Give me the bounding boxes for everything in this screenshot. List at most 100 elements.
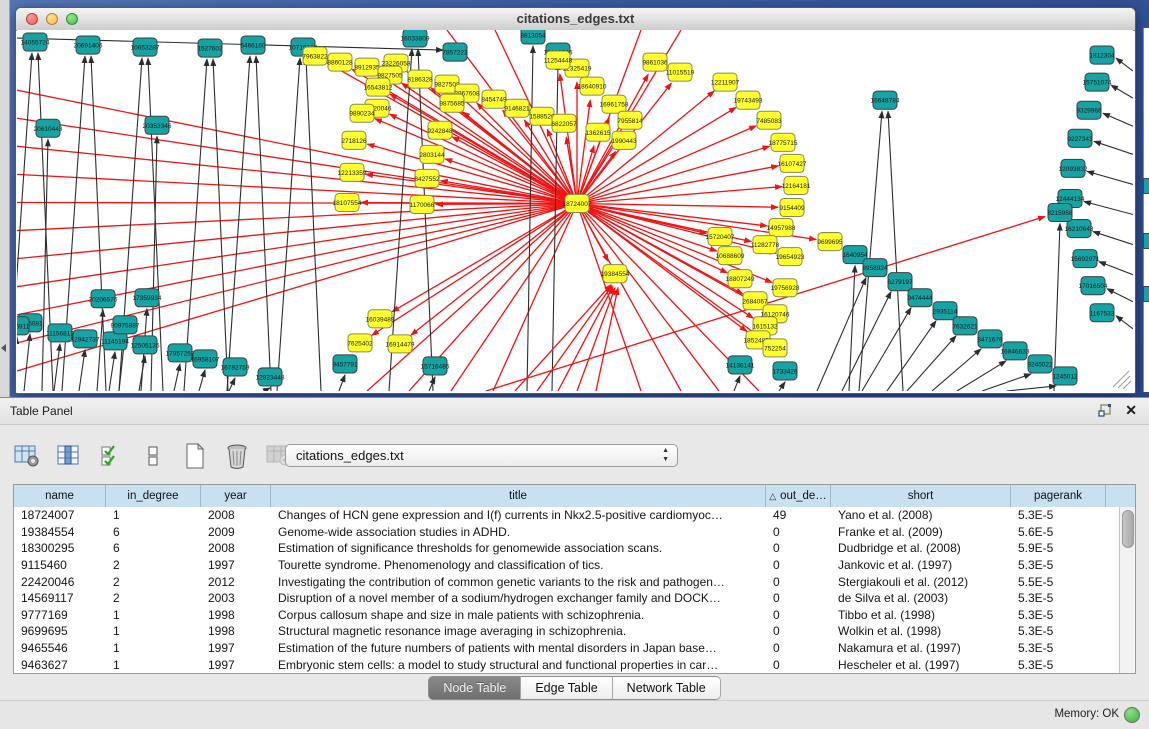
graph-node[interactable]: 8471676 [977,330,1003,348]
graph-node-selected[interactable]: 9861036 [642,53,668,71]
table-row[interactable]: 946362711997Embryonic stem cells: a mode… [14,656,1120,673]
table-row[interactable]: 977716911998Corpus callosum shape and si… [14,607,1120,624]
graph-node-hub[interactable]: 18724007 [563,194,592,212]
graph-node-selected[interactable]: 9154409 [779,198,805,216]
graph-node-selected[interactable]: 16107427 [778,154,807,172]
table-columns-icon[interactable] [55,442,83,470]
graph-node-selected[interactable]: 8860128 [327,53,353,71]
new-file-icon[interactable] [181,442,209,470]
graph-node-selected[interactable]: 18775715 [769,133,798,151]
graph-node-selected[interactable]: 9699695 [817,233,843,251]
graph-node-selected[interactable]: 8912935 [354,58,380,76]
graph-node[interactable]: 20691406 [74,36,103,54]
graph-node-selected[interactable]: 11282778 [751,236,780,254]
graph-node[interactable]: 16846633 [1001,342,1030,360]
table-row[interactable]: 911546021997Tourette syndrome. Phenomeno… [14,557,1120,574]
network-graph[interactable]: 1405572420691406106532871527602646616010… [17,30,1133,391]
graph-node-selected[interactable]: 12211907 [711,73,740,91]
graph-node[interactable]: 16033809 [401,30,430,47]
graph-node-selected[interactable]: 14957988 [767,219,796,237]
column-header-pagerank[interactable]: pagerank [1011,485,1106,507]
graph-node-selected[interactable]: 11254448 [544,51,573,69]
graph-node[interactable]: 1167533 [1090,304,1115,322]
graph-node-selected[interactable]: 12164181 [782,176,811,194]
graph-node-selected[interactable]: 8186328 [407,70,433,88]
graph-node[interactable]: 12093832 [1059,159,1088,177]
graph-node-selected[interactable]: 7955814 [617,111,643,129]
graph-node[interactable]: 9245022 [1027,355,1053,373]
graph-node[interactable]: 1245012 [1052,367,1078,385]
graph-node-selected[interactable]: 1170066 [410,195,435,213]
column-header-title[interactable]: title [271,485,766,507]
table-row[interactable]: 1456911722003Disruption of a novel membe… [14,590,1120,607]
graph-node-selected[interactable]: 7485083 [756,111,782,129]
column-header-out_de[interactable]: △out_de… [766,485,831,507]
graph-node-selected[interactable]: 18640910 [578,77,607,95]
graph-node[interactable]: 9474444 [907,289,933,307]
column-header-year[interactable]: year [201,485,271,507]
graph-node[interactable]: 8813054 [520,30,546,44]
graph-node[interactable]: 8215958 [1047,203,1073,221]
graph-node[interactable]: 9227343 [1067,129,1093,147]
graph-node-selected[interactable]: 9875685 [439,94,465,112]
table-row[interactable]: 946554611997Estimation of the future num… [14,640,1120,657]
graph-node[interactable]: 12505135 [131,336,160,354]
graph-node-selected[interactable]: 16039489 [366,310,395,328]
graph-node[interactable]: 90975887 [111,316,140,334]
graph-node[interactable]: 17016504 [1079,277,1108,295]
graph-node-selected[interactable]: 16961758 [600,95,629,113]
graph-node-selected[interactable]: 8454749 [481,90,507,108]
graph-node-selected[interactable]: 752254 [763,339,787,357]
graph-node[interactable]: 3915911 [17,317,30,335]
graph-node-selected[interactable]: 16543812 [364,78,393,96]
graph-node[interactable]: 14055724 [21,33,50,51]
graph-node[interactable]: 1812304 [1089,46,1115,64]
graph-node[interactable]: 16782759 [221,358,250,376]
graph-node[interactable]: 20353346 [143,116,172,134]
table-row[interactable]: 1830029562008Estimation of significance … [14,540,1120,557]
graph-node[interactable]: 10653287 [131,38,160,56]
graph-node-selected[interactable]: 9890234 [349,104,375,122]
select-rows-icon[interactable] [97,442,125,470]
graph-node-selected[interactable]: 19654923 [776,248,805,266]
graph-node-selected[interactable]: 9146821 [504,99,530,117]
graph-node[interactable]: 12942737 [71,330,100,348]
graph-node[interactable]: 7857223 [442,43,468,61]
column-header-name[interactable]: name [14,485,106,507]
graph-node-selected[interactable]: 2718126 [341,131,367,149]
graph-node[interactable]: 15751074 [1083,73,1112,91]
row-height-icon[interactable] [139,442,167,470]
table-row[interactable]: 1872400712008Changes of HCN gene express… [14,507,1120,524]
table-settings-icon[interactable] [13,442,41,470]
graph-node[interactable]: 9457791 [332,355,358,373]
graph-node-selected[interactable]: 11015519 [666,63,695,81]
float-window-icon[interactable] [1097,403,1113,419]
graph-node-selected[interactable]: 18807249 [726,270,755,288]
graph-node[interactable]: 1733426 [772,362,798,380]
graph-node-selected[interactable]: 10688609 [716,247,745,265]
graph-node-selected[interactable]: 1990443 [611,131,637,149]
graph-node[interactable]: 6279197 [887,273,913,291]
network-window[interactable]: citations_edges.txt 14055724206914061065… [15,7,1136,394]
graph-node-selected[interactable]: 19384554 [601,265,630,283]
column-header-in_degree[interactable]: in_degree [106,485,201,507]
graph-node[interactable]: 20206576 [89,290,118,308]
graph-node-selected[interactable]: 2803144 [419,145,445,163]
panel-collapse-arrow-icon[interactable] [1,344,6,352]
graph-node[interactable]: 15716485 [421,357,450,375]
graph-node-selected[interactable]: 8427552 [414,169,440,187]
window-resize-grip[interactable] [1113,371,1131,389]
graph-node-selected[interactable]: 16914479 [386,335,415,353]
graph-node[interactable]: 6466160 [240,36,266,54]
graph-node[interactable]: 17359934 [133,289,162,307]
table-row[interactable]: 1938455462009Genome-wide association stu… [14,524,1120,541]
tab-edge-table[interactable]: Edge Table [521,676,612,700]
tab-network-table[interactable]: Network Table [613,676,721,700]
table-row[interactable]: 969969511998Structural magnetic resonanc… [14,623,1120,640]
graph-node-selected[interactable]: 7625402 [347,334,373,352]
graph-node-selected[interactable]: 9242848 [427,121,453,139]
table-selector-dropdown[interactable]: citations_edges.txt ▲▼ [285,444,678,467]
network-canvas[interactable]: 1405572420691406106532871527602646616010… [17,30,1133,391]
graph-node-selected[interactable]: 6822057 [551,114,577,132]
graph-node[interactable]: 9329966 [1076,101,1102,119]
